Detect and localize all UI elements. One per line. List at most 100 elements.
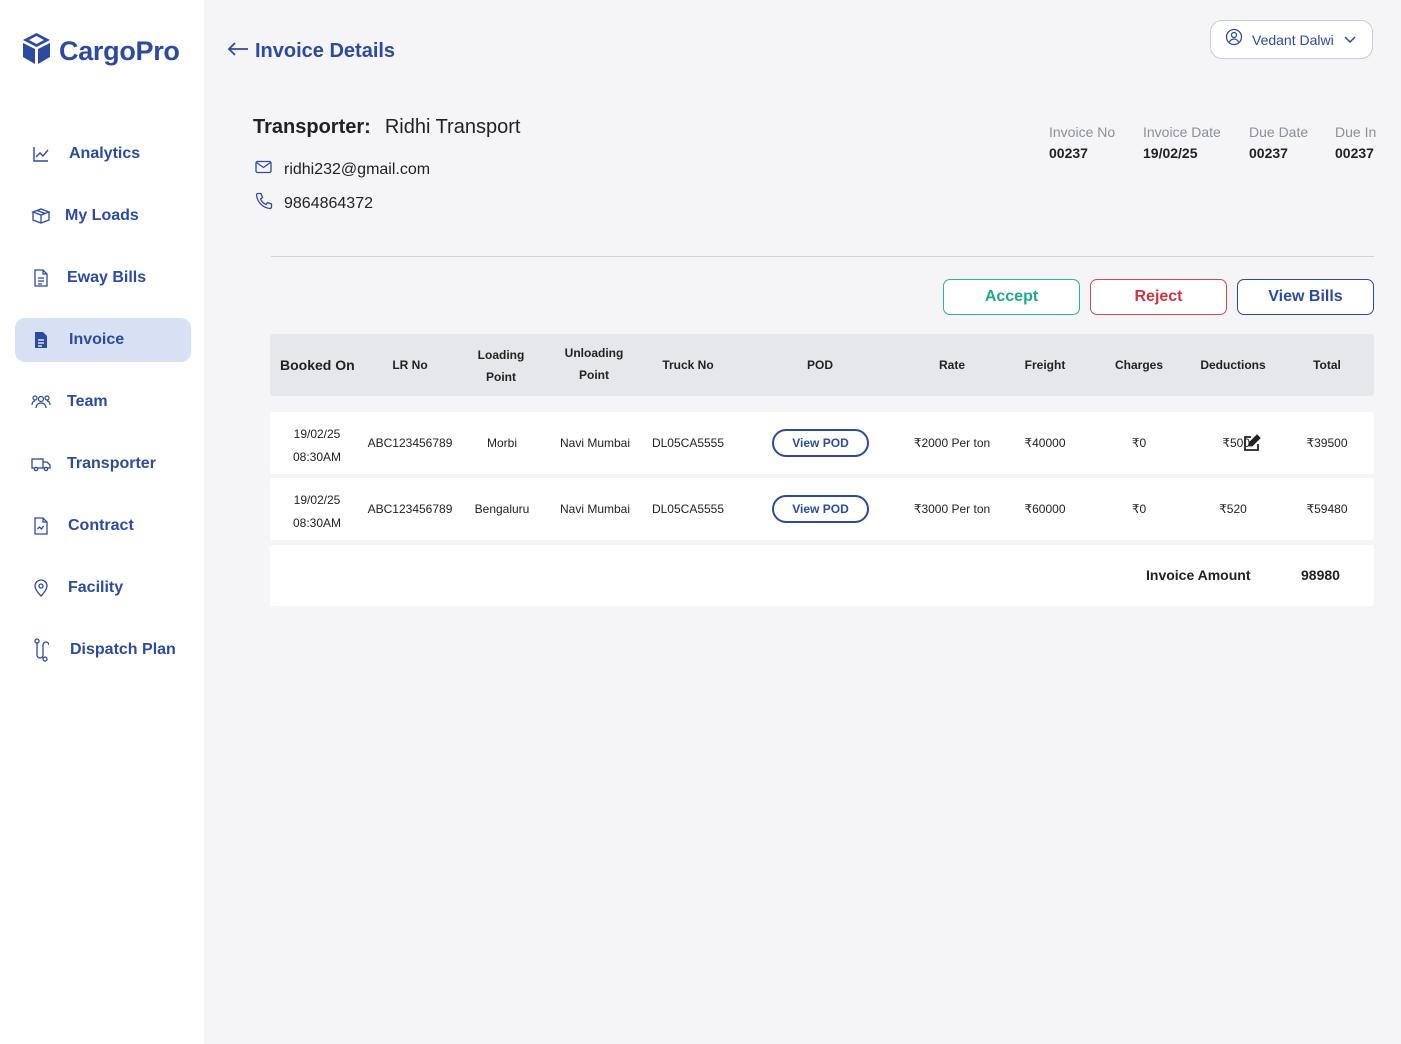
logo[interactable]: CargoPro: [22, 32, 180, 70]
cell-deductions: ₹520: [1219, 502, 1247, 516]
view-pod-button[interactable]: View POD: [772, 495, 869, 523]
invoice-date: Invoice Date 19/02/25: [1143, 124, 1221, 161]
cell-charges: ₹0: [1131, 436, 1147, 450]
view-pod-button[interactable]: View POD: [772, 429, 869, 457]
meta-value: 00237: [1049, 145, 1088, 161]
cell-freight: ₹60000: [1024, 502, 1066, 516]
cell-unloading-point: Navi Mumbai: [559, 502, 631, 516]
email-text: ridhi232@gmail.com: [284, 160, 431, 178]
meta-label: Invoice No: [1049, 124, 1116, 140]
chevron-down-icon: [1344, 31, 1356, 49]
user-name: Vedant Dalwi: [1252, 31, 1334, 48]
header-freight: Freight: [1024, 358, 1066, 372]
cell-lr-no: ABC123456789: [367, 436, 453, 450]
sidebar-item-analytics[interactable]: Analytics: [15, 132, 191, 176]
cube-logo-icon: [22, 32, 51, 70]
cell-truck-no: DL05CA5555: [651, 502, 725, 516]
cell-lr-no: ABC123456789: [367, 502, 453, 516]
sidebar-item-label: Facility: [68, 579, 124, 596]
header-truck-no: Truck No: [662, 358, 714, 372]
sidebar-item-label: Contract: [68, 517, 134, 534]
header-unloading-point: Unloading Point: [556, 342, 632, 386]
user-menu-button[interactable]: Vedant Dalwi: [1210, 20, 1373, 59]
booked-time: 08:30AM: [292, 516, 342, 530]
reject-button[interactable]: Reject: [1090, 279, 1227, 315]
cell-deductions: ₹500: [1222, 436, 1250, 450]
cell-total: ₹39500: [1306, 436, 1348, 450]
sidebar-item-transporter[interactable]: Transporter: [15, 442, 191, 486]
transporter-email: ridhi232@gmail.com: [255, 160, 430, 179]
table-row: 19/02/25 08:30AM ABC123456789 Morbi Navi…: [270, 412, 1374, 474]
transporter-label: Transporter:: [253, 116, 371, 138]
due-in: Due In 00237: [1335, 124, 1376, 161]
cell-unloading-point: Navi Mumbai: [559, 436, 631, 450]
location-pin-icon: [31, 578, 51, 598]
box-icon: [31, 206, 51, 226]
cell-booked-on: 19/02/25 08:30AM: [282, 489, 352, 535]
invoice-amount-label: Invoice Amount: [1146, 567, 1251, 583]
sidebar-item-contract[interactable]: Contract: [15, 504, 191, 548]
sidebar-item-label: Analytics: [69, 145, 141, 162]
mail-icon: [255, 160, 272, 179]
invoice-total-row: Invoice Amount 98980: [270, 545, 1374, 606]
chart-line-icon: [31, 144, 51, 164]
edit-icon[interactable]: [1243, 434, 1261, 457]
accept-button[interactable]: Accept: [943, 279, 1080, 315]
meta-value: 00237: [1335, 145, 1374, 161]
meta-label: Due In: [1335, 124, 1377, 140]
booked-date: 19/02/25: [293, 493, 341, 507]
team-icon: [31, 392, 51, 412]
sidebar-item-dispatch-plan[interactable]: Dispatch Plan: [15, 628, 191, 672]
sidebar-item-label: Eway Bills: [67, 269, 147, 286]
table-row: 19/02/25 08:30AM ABC123456789 Bengaluru …: [270, 478, 1374, 540]
table-header: Booked On LR No Loading Point Unloading …: [270, 334, 1374, 396]
arrow-left-icon: [227, 41, 249, 62]
back-to-invoices[interactable]: Invoice Details: [227, 40, 395, 63]
sidebar-item-label: Transporter: [67, 455, 156, 472]
phone-text: 9864864372: [284, 194, 373, 212]
sidebar-item-label: My Loads: [65, 207, 139, 224]
sidebar-item-label: Invoice: [69, 331, 125, 348]
truck-icon: [31, 454, 51, 474]
sidebar-item-facility[interactable]: Facility: [15, 566, 191, 610]
header-line: Point: [486, 370, 516, 384]
header-lr-no: LR No: [392, 358, 428, 372]
header-line: Point: [579, 368, 609, 382]
sidebar-item-invoice[interactable]: Invoice: [15, 318, 191, 362]
meta-value: 00237: [1249, 145, 1288, 161]
cell-total: ₹59480: [1306, 502, 1348, 516]
sidebar-item-label: Dispatch Plan: [70, 641, 176, 658]
header-charges: Charges: [1114, 358, 1164, 372]
header-deductions: Deductions: [1200, 358, 1266, 372]
route-icon: [31, 638, 51, 662]
page-title: Invoice Details: [255, 40, 396, 62]
divider: [271, 256, 1374, 257]
cell-charges: ₹0: [1131, 502, 1147, 516]
sidebar-item-my-loads[interactable]: My Loads: [15, 194, 191, 238]
cell-loading-point: Morbi: [486, 436, 517, 450]
invoice-amount-value: 98980: [1301, 567, 1340, 583]
header-booked-on: Booked On: [280, 357, 355, 373]
phone-icon: [255, 192, 273, 215]
transporter-phone: 9864864372: [255, 192, 373, 215]
sidebar-item-team[interactable]: Team: [15, 380, 191, 424]
document-icon: [31, 268, 51, 288]
meta-label: Due Date: [1249, 124, 1309, 140]
cell-booked-on: 19/02/25 08:30AM: [282, 423, 352, 469]
header-rate: Rate: [938, 358, 965, 372]
cell-freight: ₹40000: [1024, 436, 1066, 450]
user-avatar-icon: [1225, 28, 1243, 51]
cell-loading-point: Bengaluru: [474, 502, 530, 516]
sidebar-item-label: Team: [67, 393, 108, 410]
contract-icon: [31, 516, 51, 536]
meta-value: 19/02/25: [1143, 145, 1198, 161]
app-name: CargoPro: [59, 35, 180, 66]
sidebar-item-eway-bills[interactable]: Eway Bills: [15, 256, 191, 300]
header-total: Total: [1313, 358, 1341, 372]
header-loading-point: Loading Point: [466, 344, 536, 388]
view-bills-button[interactable]: View Bills: [1237, 279, 1374, 315]
booked-time: 08:30AM: [292, 450, 342, 464]
cell-rate: ₹3000 Per ton: [913, 502, 991, 516]
due-date: Due Date 00237: [1249, 124, 1308, 161]
invoice-no: Invoice No 00237: [1049, 124, 1115, 161]
